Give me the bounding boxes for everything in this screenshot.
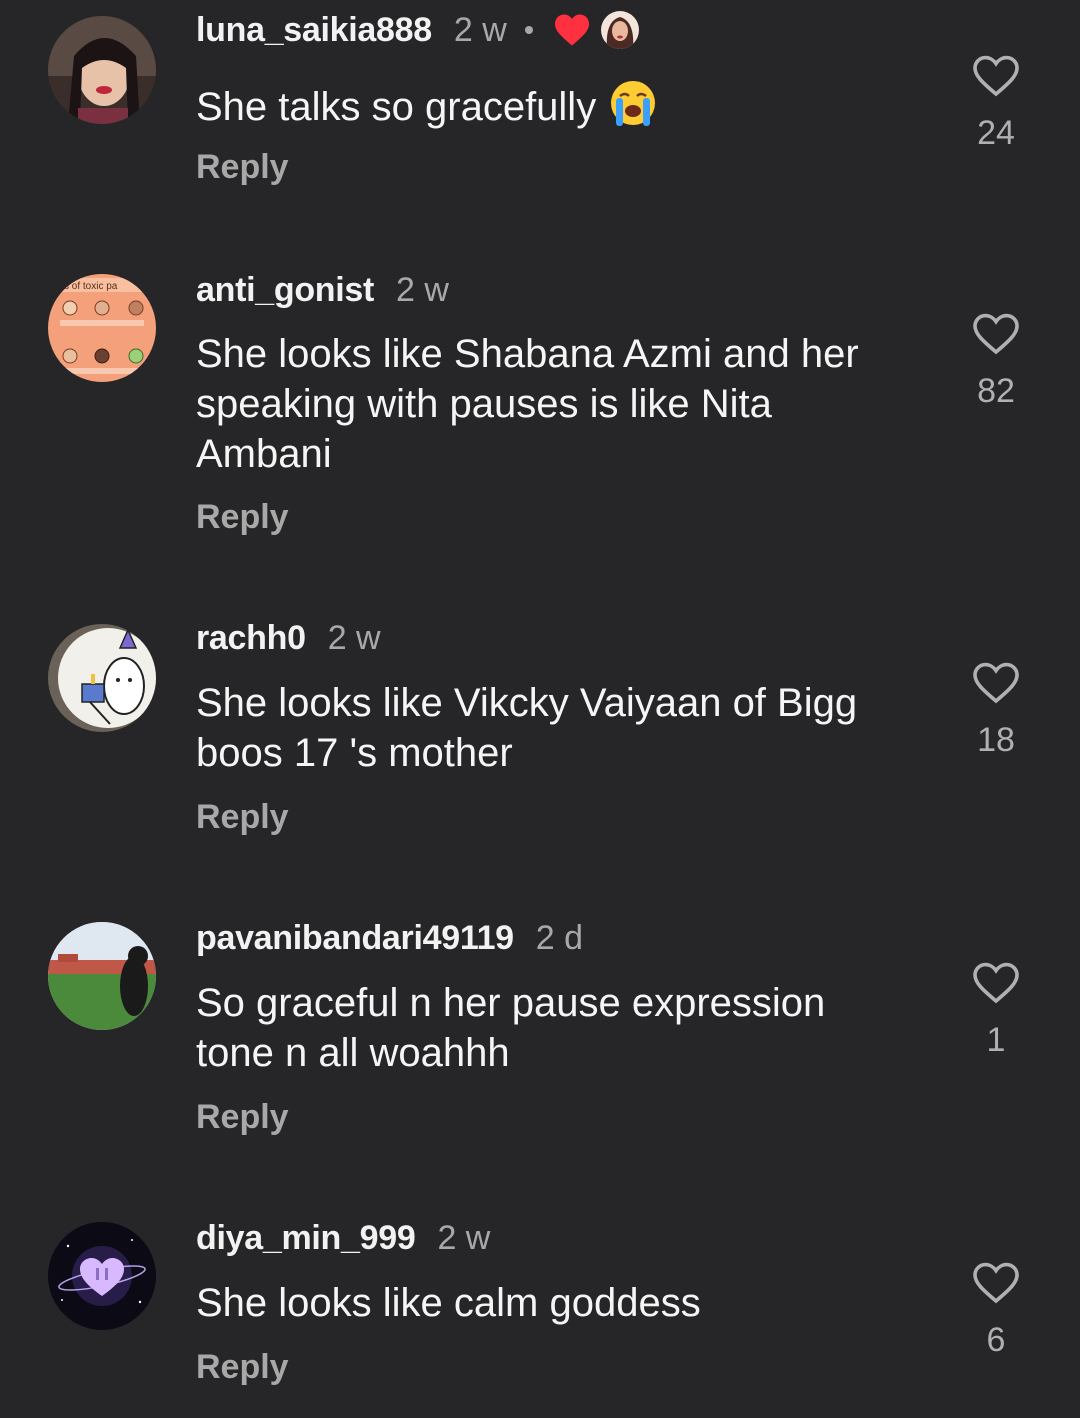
comment-text: So graceful n her pause expression tone … [196,981,826,1075]
comment-meta: luna_saikia888 2 w [196,10,639,50]
avatar[interactable] [48,922,156,1030]
reply-button[interactable]: Reply [196,498,289,537]
reply-button[interactable]: Reply [196,148,289,187]
like-button[interactable]: 6 [946,1261,1046,1360]
reply-button[interactable]: Reply [196,1098,289,1137]
comment-text: She looks like Vikcky Vaiyaan of Bigg bo… [196,681,858,775]
timestamp: 2 w [396,270,449,309]
comment-text: She looks like calm goddess [196,1281,701,1325]
comment-meta: diya_min_999 2 w [196,1218,490,1258]
like-count: 1 [986,1021,1006,1059]
like-count: 18 [977,721,1015,759]
comment-meta: pavanibandari49119 2 d [196,918,583,958]
username[interactable]: diya_min_999 [196,1219,416,1258]
avatar-caption: s of toxic pa [64,281,118,292]
avatar[interactable] [48,1222,156,1330]
like-count: 6 [986,1321,1006,1359]
timestamp: 2 w [453,10,507,49]
creator-avatar [600,11,639,49]
creator-liked-heart-icon [554,14,589,46]
username[interactable]: luna_saikia888 [196,11,432,50]
comment-text: She looks like Shabana Azmi and her spea… [196,332,859,476]
separator-dot [524,26,533,34]
comment-meta: rachh0 2 w [196,618,381,658]
like-count: 82 [977,372,1015,410]
timestamp: 2 w [327,618,381,657]
username[interactable]: anti_gonist [196,271,374,310]
heart-outline-icon [973,1262,1019,1304]
like-button[interactable]: 24 [946,54,1046,153]
username[interactable]: rachh0 [196,619,306,658]
heart-outline-icon [973,55,1019,97]
avatar[interactable]: s of toxic pa [48,274,156,382]
like-count: 24 [977,114,1015,152]
reply-button[interactable]: Reply [196,798,289,837]
comment-meta: anti_gonist 2 w [196,270,449,310]
avatar[interactable] [48,624,156,732]
username[interactable]: pavanibandari49119 [196,919,514,958]
timestamp: 2 w [437,1218,491,1257]
heart-outline-icon [973,662,1019,704]
avatar[interactable] [48,16,156,124]
heart-outline-icon [973,962,1019,1004]
timestamp: 2 d [535,918,584,957]
like-button[interactable]: 18 [946,661,1046,760]
like-button[interactable]: 1 [946,961,1046,1060]
comment-text: She talks so gracefully [196,78,896,132]
like-button[interactable]: 82 [946,312,1046,411]
loudly-crying-face-icon [611,81,656,126]
heart-outline-icon [973,313,1019,355]
reply-button[interactable]: Reply [196,1348,289,1387]
